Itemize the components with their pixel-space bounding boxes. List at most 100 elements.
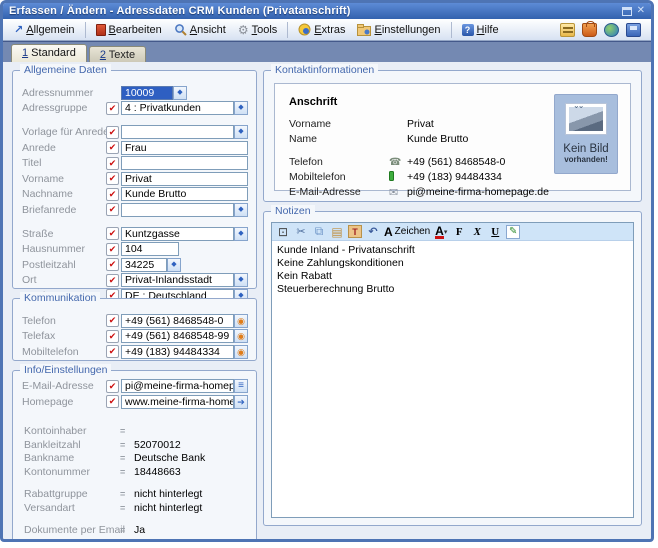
field-row-anrede: Anrede ✔ Frau bbox=[22, 141, 248, 155]
menu-bearbeiten[interactable]: Bearbeiten bbox=[91, 22, 167, 38]
strasse-drop-button[interactable]: ◆ bbox=[234, 227, 248, 241]
check-icon[interactable]: ✔ bbox=[106, 345, 119, 358]
check-icon[interactable]: ✔ bbox=[106, 330, 119, 343]
left-column: Allgemeine Daten Adressnummer 10009 ◆ Ad… bbox=[12, 70, 257, 526]
homepage-input[interactable]: www.meine-firma-homepage.de bbox=[121, 395, 234, 409]
contacts-icon[interactable] bbox=[560, 23, 575, 37]
menu-ansicht[interactable]: Ansicht bbox=[169, 21, 231, 38]
menu-tools[interactable]: ⚙ Tools bbox=[233, 21, 282, 39]
titel-input[interactable] bbox=[121, 156, 248, 170]
adressnummer-spin-button[interactable]: ◆ bbox=[173, 86, 187, 100]
postleitzahl-spin-button[interactable]: ◆ bbox=[167, 258, 181, 272]
check-icon[interactable]: ✔ bbox=[106, 203, 119, 216]
check-icon[interactable]: ✔ bbox=[106, 380, 119, 393]
check-icon[interactable]: ✔ bbox=[106, 243, 119, 256]
vorlage-drop-button[interactable]: ◆ bbox=[234, 125, 248, 139]
hausnummer-input[interactable]: 104 bbox=[121, 242, 179, 256]
no-image-placeholder: Kein Bild vorhanden! bbox=[554, 94, 618, 174]
character-a-icon: A bbox=[384, 225, 393, 239]
check-icon[interactable]: ✔ bbox=[106, 141, 119, 154]
menu-einstellungen[interactable]: Einstellungen bbox=[352, 22, 445, 38]
email-input[interactable]: pi@meine-firma-homepage.de bbox=[121, 379, 234, 393]
contact-card: Anschrift Vorname Privat Name Kunde Brut… bbox=[274, 83, 631, 191]
equals-icon: = bbox=[120, 503, 134, 513]
menu-separator bbox=[85, 22, 86, 38]
dial-icon[interactable]: ◉ bbox=[234, 345, 248, 359]
ort-drop-button[interactable]: ◆ bbox=[234, 273, 248, 287]
menu-extras[interactable]: Extras bbox=[293, 21, 350, 38]
adressnummer-input[interactable]: 10009 bbox=[121, 86, 173, 100]
basket-icon[interactable] bbox=[582, 23, 597, 37]
telefax-input[interactable]: +49 (561) 8468548-99 bbox=[121, 329, 234, 343]
check-icon[interactable]: ✔ bbox=[106, 314, 119, 327]
dial-icon[interactable]: ◉ bbox=[234, 329, 248, 343]
check-icon[interactable]: ✔ bbox=[106, 157, 119, 170]
font-color-button[interactable]: A ▾ bbox=[434, 224, 448, 239]
check-icon[interactable]: ✔ bbox=[106, 188, 119, 201]
info-row-rabattgruppe: Rabattgruppe = nicht hinterlegt bbox=[24, 488, 246, 502]
italic-button[interactable]: X bbox=[470, 224, 484, 239]
notes-editor: ⊡ ✂ ⧉ ▤ T ↶ A Zeichen A ▾ bbox=[271, 222, 634, 518]
briefanrede-combo[interactable] bbox=[121, 203, 234, 217]
check-icon[interactable]: ✔ bbox=[106, 274, 119, 287]
save-icon[interactable] bbox=[626, 23, 641, 37]
mobiltelefon-input[interactable]: +49 (183) 94484334 bbox=[121, 345, 234, 359]
maximize-icon[interactable] bbox=[622, 7, 632, 16]
strasse-combo[interactable]: Kuntzgasse bbox=[121, 227, 234, 241]
telefon-input[interactable]: +49 (561) 8468548-0 bbox=[121, 314, 234, 328]
anrede-input[interactable]: Frau bbox=[121, 141, 248, 155]
character-button[interactable]: A Zeichen bbox=[384, 224, 430, 239]
paste-icon[interactable]: ▤ bbox=[330, 224, 344, 239]
adressgruppe-drop-button[interactable]: ◆ bbox=[234, 101, 248, 115]
check-icon[interactable]: ✔ bbox=[106, 227, 119, 240]
globe-icon[interactable] bbox=[604, 23, 619, 37]
field-row-email: E-Mail-Adresse ✔ pi@meine-firma-homepage… bbox=[22, 379, 248, 393]
cut-icon[interactable]: ✂ bbox=[294, 224, 308, 239]
menu-separator bbox=[287, 22, 288, 38]
undo-icon[interactable]: ↶ bbox=[366, 224, 380, 239]
group-legend: Info/Einstellungen bbox=[20, 364, 111, 377]
notes-textarea[interactable]: Kunde Inland - Privatanschrift Keine Zah… bbox=[272, 241, 633, 517]
maximize-editor-icon[interactable]: ⊡ bbox=[276, 224, 290, 239]
picture-icon bbox=[565, 103, 607, 135]
vorlage-combo[interactable] bbox=[121, 125, 234, 139]
info-row-dokumente-fax: Dokumente per Fax = Ja bbox=[24, 537, 246, 542]
check-icon[interactable]: ✔ bbox=[106, 102, 119, 115]
menu-allgemein[interactable]: ↗ Allgemein bbox=[9, 21, 80, 38]
gear-icon: ⚙ bbox=[238, 23, 249, 37]
field-row-adressnummer: Adressnummer 10009 ◆ bbox=[22, 86, 248, 100]
nachname-input[interactable]: Kunde Brutto bbox=[121, 187, 248, 201]
contact-row-email: E-Mail-Adresse ✉ pi@meine-firma-homepage… bbox=[289, 185, 616, 199]
copy-icon[interactable]: ⧉ bbox=[312, 224, 326, 239]
paste-text-icon[interactable]: T bbox=[348, 225, 362, 238]
check-icon[interactable]: ✔ bbox=[106, 395, 119, 408]
homepage-go-icon[interactable]: ➔ bbox=[234, 395, 248, 409]
check-icon[interactable]: ✔ bbox=[106, 126, 119, 139]
dial-icon[interactable]: ◉ bbox=[234, 314, 248, 328]
underline-button[interactable]: U bbox=[488, 224, 502, 239]
edit-icon[interactable]: ✎ bbox=[506, 225, 520, 239]
tab-standard[interactable]: 1 Standard bbox=[11, 44, 87, 62]
group-notizen: Notizen ⊡ ✂ ⧉ ▤ T ↶ A Zeichen bbox=[263, 211, 642, 526]
app-window: Erfassen / Ändern - Adressdaten CRM Kund… bbox=[0, 0, 654, 542]
mobile-icon bbox=[389, 171, 394, 181]
field-row-nachname: Nachname ✔ Kunde Brutto bbox=[22, 187, 248, 201]
vorname-input[interactable]: Privat bbox=[121, 172, 248, 186]
tab-texte[interactable]: 2 Texte bbox=[89, 46, 146, 62]
ort-combo[interactable]: Privat-Inlandsstadt bbox=[121, 273, 234, 287]
check-icon[interactable]: ✔ bbox=[106, 172, 119, 185]
title-bar[interactable]: Erfassen / Ändern - Adressdaten CRM Kund… bbox=[3, 3, 651, 19]
notes-toolbar: ⊡ ✂ ⧉ ▤ T ↶ A Zeichen A ▾ bbox=[272, 223, 633, 241]
check-icon[interactable]: ✔ bbox=[106, 258, 119, 271]
email-menu-icon[interactable]: ≡ bbox=[234, 379, 248, 393]
bold-button[interactable]: F bbox=[452, 224, 466, 239]
menu-hilfe[interactable]: ? Hilfe bbox=[457, 22, 504, 38]
close-icon[interactable]: ✕ bbox=[637, 6, 645, 16]
field-row-ort: Ort ✔ Privat-Inlandsstadt ◆ bbox=[22, 273, 248, 287]
equals-icon: = bbox=[120, 539, 134, 542]
equals-icon: = bbox=[120, 489, 134, 499]
adressgruppe-combo[interactable]: 4 : Privatkunden bbox=[121, 101, 234, 115]
postleitzahl-input[interactable]: 34225 bbox=[121, 258, 167, 272]
field-row-hausnummer: Hausnummer ✔ 104 bbox=[22, 242, 248, 256]
briefanrede-drop-button[interactable]: ◆ bbox=[234, 203, 248, 217]
